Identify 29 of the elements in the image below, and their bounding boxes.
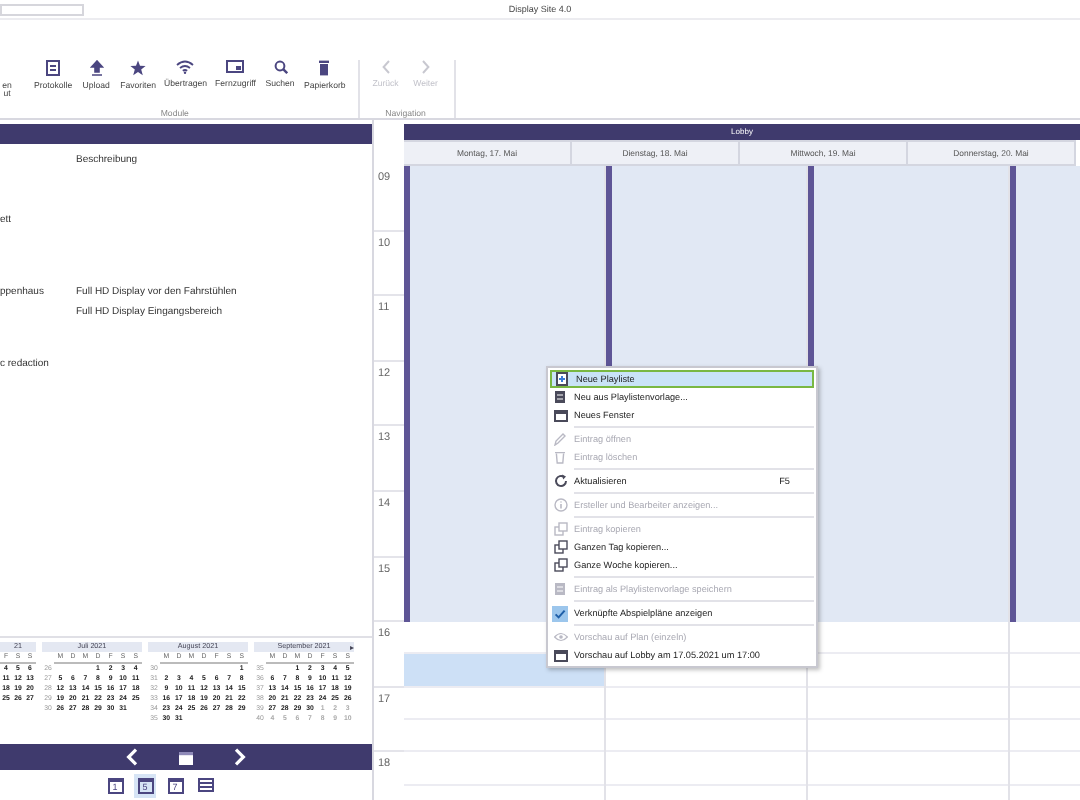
document-plus-icon bbox=[556, 372, 568, 386]
chevron-left-icon bbox=[381, 60, 390, 74]
time-slot[interactable] bbox=[606, 296, 808, 362]
calendar-icon[interactable] bbox=[178, 749, 194, 765]
refresh-icon bbox=[553, 474, 567, 488]
view-button[interactable] bbox=[194, 773, 216, 797]
document-icon bbox=[46, 60, 61, 76]
document-icon bbox=[554, 582, 566, 596]
checkmark-icon bbox=[552, 605, 568, 621]
text-field[interactable] bbox=[0, 4, 84, 16]
pencil-icon bbox=[554, 432, 566, 446]
chevron-right-icon[interactable] bbox=[234, 748, 246, 766]
eye-icon bbox=[553, 632, 567, 642]
wifi-icon bbox=[176, 60, 195, 74]
chevron-right-icon bbox=[421, 60, 430, 74]
time-slot[interactable] bbox=[808, 166, 1010, 232]
document-icon bbox=[554, 390, 566, 404]
chevron-left-icon[interactable] bbox=[126, 748, 138, 766]
time-slot[interactable] bbox=[404, 166, 606, 232]
window-icon bbox=[553, 409, 567, 421]
time-slot[interactable] bbox=[606, 166, 808, 232]
info-icon bbox=[553, 498, 567, 512]
trash-icon bbox=[318, 60, 331, 76]
window-icon bbox=[553, 649, 567, 661]
star-icon bbox=[130, 60, 147, 76]
search-icon bbox=[273, 60, 287, 74]
trash-icon bbox=[554, 450, 566, 464]
upload-arrow-icon bbox=[89, 60, 104, 76]
monitor-icon bbox=[226, 60, 245, 74]
